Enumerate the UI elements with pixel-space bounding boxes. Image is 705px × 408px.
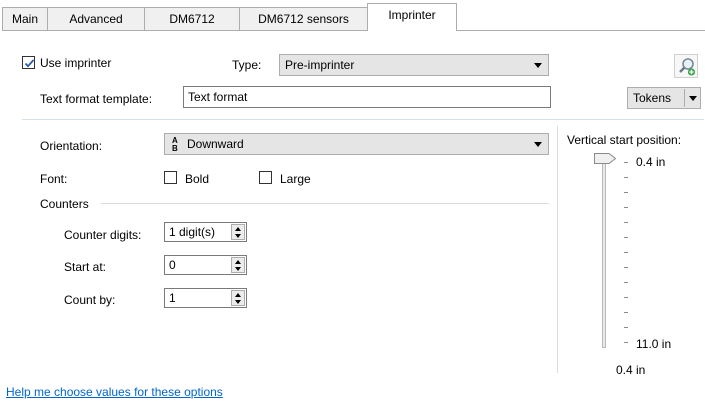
- panel-divider: [557, 126, 558, 373]
- counter-digits-stepper[interactable]: 1 digit(s): [164, 222, 247, 242]
- tab-bar-baseline: [2, 30, 705, 31]
- type-select-value: Pre-imprinter: [285, 58, 355, 72]
- chevron-down-icon: [689, 96, 697, 101]
- tab-dm6712[interactable]: DM6712: [144, 7, 240, 30]
- counter-digits-value: 1 digit(s): [169, 225, 216, 239]
- slider-tick: [624, 192, 628, 193]
- section-divider: [22, 119, 704, 120]
- type-label: Type:: [232, 58, 262, 72]
- slider-tick: [624, 327, 628, 328]
- slider-tick: [624, 222, 628, 223]
- tab-advanced[interactable]: Advanced: [47, 7, 145, 30]
- counter-digits-spin-buttons[interactable]: [231, 224, 245, 240]
- slider-tick: [624, 207, 628, 208]
- spin-up-icon: [235, 227, 241, 231]
- slider-tick: [624, 237, 628, 238]
- text-format-template-input[interactable]: Text format: [183, 86, 551, 108]
- orientation-label: Orientation:: [40, 139, 103, 153]
- slider-tick: [624, 297, 628, 298]
- start-at-label: Start at:: [64, 260, 107, 274]
- help-link[interactable]: Help me choose values for these options: [6, 385, 223, 399]
- counter-digits-label: Counter digits:: [64, 228, 142, 242]
- text-rotate-down-icon: A B: [172, 136, 178, 152]
- tab-imprinter[interactable]: Imprinter: [367, 3, 457, 31]
- count-by-spin-buttons[interactable]: [231, 290, 245, 306]
- counters-group-label: Counters: [40, 197, 89, 211]
- spin-down-icon: [235, 300, 241, 304]
- tab-main[interactable]: Main: [2, 7, 48, 30]
- vertical-start-label: Vertical start position:: [567, 133, 682, 147]
- start-at-value: 0: [169, 258, 176, 272]
- text-format-template-label: Text format template:: [40, 92, 153, 106]
- tokens-button[interactable]: Tokens: [627, 87, 701, 109]
- vertical-slider-track[interactable]: [602, 160, 606, 348]
- spin-up-icon: [235, 260, 241, 264]
- tokens-button-label: Tokens: [633, 91, 672, 105]
- chevron-down-icon: [534, 142, 542, 147]
- slider-tick: [624, 282, 628, 283]
- slider-tick: [624, 312, 628, 313]
- count-by-value: 1: [169, 291, 176, 305]
- orientation-select[interactable]: A B Downward: [164, 133, 549, 155]
- count-by-stepper[interactable]: 1: [164, 288, 247, 308]
- bold-checkbox[interactable]: [164, 171, 177, 184]
- count-by-label: Count by:: [64, 293, 116, 307]
- use-imprinter-checkbox[interactable]: [22, 56, 35, 69]
- large-label[interactable]: Large: [280, 172, 311, 186]
- slider-tick: [624, 267, 628, 268]
- start-at-stepper[interactable]: 0: [164, 255, 247, 275]
- checkmark-icon: [24, 59, 35, 68]
- chevron-down-icon: [534, 63, 542, 68]
- slider-tick: [624, 342, 628, 343]
- counters-group-line: [101, 203, 549, 204]
- slider-current-value: 0.4 in: [616, 363, 646, 377]
- tokens-split-divider: [684, 89, 685, 107]
- use-imprinter-label[interactable]: Use imprinter: [40, 56, 111, 70]
- type-select[interactable]: Pre-imprinter: [279, 54, 549, 76]
- slider-tick: [624, 252, 628, 253]
- bold-label[interactable]: Bold: [185, 172, 209, 186]
- spin-up-icon: [235, 293, 241, 297]
- orientation-select-value: Downward: [187, 137, 244, 151]
- spin-down-icon: [235, 267, 241, 271]
- svg-text:B: B: [172, 144, 178, 152]
- slider-tick: [624, 177, 628, 178]
- slider-bottom-value: 11.0 in: [636, 337, 672, 351]
- vertical-slider-thumb[interactable]: [594, 153, 617, 164]
- start-at-spin-buttons[interactable]: [231, 257, 245, 273]
- font-label: Font:: [40, 172, 68, 186]
- spin-down-icon: [235, 234, 241, 238]
- search-button[interactable]: [674, 54, 698, 78]
- magnifier-plus-icon: [679, 58, 696, 76]
- slider-thumb-icon: [594, 153, 617, 164]
- large-checkbox[interactable]: [259, 171, 272, 184]
- text-format-template-value: Text format: [188, 90, 248, 104]
- slider-top-value: 0.4 in: [636, 155, 666, 169]
- slider-tick: [624, 162, 628, 163]
- tab-dm6712-sensors[interactable]: DM6712 sensors: [239, 7, 368, 30]
